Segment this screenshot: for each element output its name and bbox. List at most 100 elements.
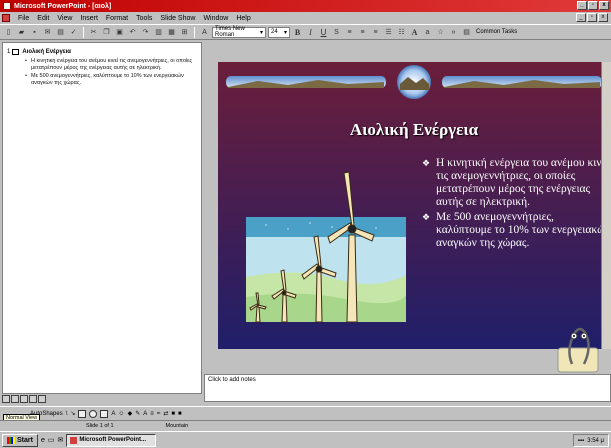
menu-bar: File Edit View Insert Format Tools Slide… — [0, 12, 611, 24]
drawing-toolbar: AutoShapes \ ↘ A ☺ ◆ ✎ A ≡ ┅ ⇄ ■ ■ — [0, 406, 611, 420]
powerpoint-task-icon — [70, 436, 78, 444]
rectangle-icon[interactable] — [78, 409, 87, 418]
decrease-font-icon[interactable]: a — [422, 27, 433, 38]
oval-icon[interactable] — [89, 409, 98, 418]
redo-icon[interactable]: ↷ — [140, 27, 151, 38]
textbox-icon[interactable] — [100, 409, 109, 418]
restore-button[interactable]: ▫ — [588, 1, 598, 10]
line-color-icon[interactable]: ✎ — [135, 410, 140, 417]
dash-style-icon[interactable]: ┅ — [157, 410, 161, 417]
menu-file[interactable]: File — [14, 15, 33, 22]
view-buttons — [2, 394, 202, 404]
copy-icon[interactable]: ❐ — [101, 27, 112, 38]
shadow-icon[interactable]: S — [331, 27, 342, 38]
cut-icon[interactable]: ✂ — [88, 27, 99, 38]
notes-pane[interactable]: Click to add notes — [204, 374, 611, 402]
slide-canvas[interactable]: Αιολική Ενέργεια ❖ Η κινητική ενέργεια τ… — [218, 62, 610, 349]
outline-bullet[interactable]: Η κινητική ενέργεια του ανέμου κινεί τις… — [25, 58, 197, 72]
normal-view-button[interactable] — [2, 395, 10, 403]
fill-color-icon[interactable]: ◆ — [128, 410, 133, 417]
slide-bullet: ❖ Με 500 ανεμογεννήτριες, καλύπτουμε το … — [422, 211, 610, 250]
arrow-style-icon[interactable]: ⇄ — [163, 410, 168, 417]
shadow-style-icon[interactable]: ■ — [171, 411, 175, 417]
spelling-icon[interactable]: ✓ — [68, 27, 79, 38]
slide-bullet-text: Με 500 ανεμογεννήτριες, καλύπτουμε το 10… — [436, 211, 610, 249]
underline-icon[interactable]: U — [318, 27, 329, 38]
3d-style-icon[interactable]: ■ — [178, 411, 182, 417]
menu-window[interactable]: Window — [199, 15, 232, 22]
document-icon[interactable] — [2, 14, 10, 22]
slide-title[interactable]: Αιολική Ενέργεια — [218, 120, 610, 140]
font-size-select[interactable]: 24 ▾ — [268, 26, 290, 38]
quicklaunch-desktop-icon[interactable]: ▭ — [48, 436, 55, 444]
bullets-icon[interactable]: ☷ — [396, 27, 407, 38]
slide-body-text[interactable]: ❖ Η κινητική ενέργεια του ανέμου κινεί τ… — [422, 157, 610, 252]
doc-restore-button[interactable]: ▫ — [587, 13, 597, 22]
expand-icon[interactable]: » — [448, 27, 459, 38]
paste-icon[interactable]: ▣ — [114, 27, 125, 38]
menu-format[interactable]: Format — [102, 15, 132, 22]
arrow-icon[interactable]: ↘ — [70, 410, 75, 417]
quicklaunch-ie-icon[interactable]: e — [41, 437, 45, 444]
wordart-icon[interactable]: A — [111, 411, 115, 417]
clock[interactable]: 3:54 μ — [587, 438, 604, 444]
menu-insert[interactable]: Insert — [76, 15, 102, 22]
tray-icons[interactable]: ▪▪▪ — [578, 438, 584, 444]
menu-view[interactable]: View — [53, 15, 76, 22]
diamond-bullet-icon: ❖ — [422, 212, 431, 222]
outline-pane[interactable]: 1 Αιολική Ενέργεια Η κινητική ενέργεια τ… — [2, 42, 202, 394]
font-color-icon[interactable]: A — [143, 411, 147, 417]
numbering-icon[interactable]: ☰ — [383, 27, 394, 38]
zoom-icon[interactable]: ⊞ — [179, 27, 190, 38]
align-left-icon[interactable]: ≡ — [344, 27, 355, 38]
slide-icon[interactable] — [12, 49, 20, 55]
slide-sorter-button[interactable] — [29, 395, 37, 403]
slide-bullet-text: Η κινητική ενέργεια του ανέμου κινεί τις… — [436, 157, 610, 208]
menu-help[interactable]: Help — [232, 15, 254, 22]
align-right-icon[interactable]: ≡ — [370, 27, 381, 38]
status-bar: Slide 1 of 1 Mountain — [0, 420, 611, 430]
minimize-button[interactable]: _ — [577, 1, 587, 10]
outline-slide-title[interactable]: Αιολική Ενέργεια — [22, 49, 71, 55]
office-assistant-clippy[interactable] — [556, 320, 600, 374]
insert-table-icon[interactable]: ▦ — [166, 27, 177, 38]
quicklaunch-outlook-icon[interactable]: ✉ — [57, 436, 63, 444]
email-icon[interactable]: ✉ — [42, 27, 53, 38]
menu-edit[interactable]: Edit — [33, 15, 53, 22]
line-style-icon[interactable]: ≡ — [150, 411, 154, 417]
start-button[interactable]: Start — [2, 433, 38, 447]
outline-bullet[interactable]: Με 500 ανεμογεννήτριες, καλύπτουμε το 10… — [25, 73, 197, 87]
common-tasks-icon[interactable]: ▤ — [461, 27, 472, 38]
common-tasks-button[interactable]: Common Tasks — [474, 29, 519, 35]
align-center-icon[interactable]: ≡ — [357, 27, 368, 38]
design-template-status: Mountain — [165, 422, 189, 429]
slide-pane: Αιολική Ενέργεια ❖ Η κινητική ενέργεια τ… — [204, 42, 611, 374]
menu-tools[interactable]: Tools — [132, 15, 156, 22]
menu-slide-show[interactable]: Slide Show — [156, 15, 199, 22]
doc-minimize-button[interactable]: _ — [576, 13, 586, 22]
line-icon[interactable]: \ — [66, 411, 68, 417]
slide-scrollbar[interactable] — [601, 62, 611, 349]
save-icon[interactable]: ▪ — [29, 27, 40, 38]
taskbar-powerpoint-button[interactable]: Microsoft PowerPoint... — [66, 433, 157, 447]
open-icon[interactable]: ▰ — [16, 27, 27, 38]
windows-logo-icon — [7, 436, 15, 444]
system-tray: ▪▪▪ 3:54 μ — [572, 434, 609, 447]
undo-icon[interactable]: ↶ — [127, 27, 138, 38]
italic-icon[interactable]: I — [305, 27, 316, 38]
slide-view-button[interactable] — [20, 395, 28, 403]
print-icon[interactable]: ▤ — [55, 27, 66, 38]
increase-font-icon[interactable]: A — [409, 27, 420, 38]
clipart-icon[interactable]: ☺ — [118, 411, 124, 417]
insert-chart-icon[interactable]: ▥ — [153, 27, 164, 38]
outline-bullet-list: Η κινητική ενέργεια του ανέμου κινεί τις… — [25, 58, 197, 87]
doc-close-button[interactable]: x — [598, 13, 608, 22]
bold-icon[interactable]: B — [292, 27, 303, 38]
animation-icon[interactable]: ☆ — [435, 27, 446, 38]
outline-slide-number: 1 — [7, 49, 11, 55]
font-name-select[interactable]: Times New Roman ▾ — [212, 26, 266, 38]
outline-view-button[interactable] — [11, 395, 19, 403]
close-button[interactable]: x — [599, 1, 609, 10]
new-icon[interactable]: ▯ — [3, 27, 14, 38]
slide-show-button[interactable] — [38, 395, 46, 403]
